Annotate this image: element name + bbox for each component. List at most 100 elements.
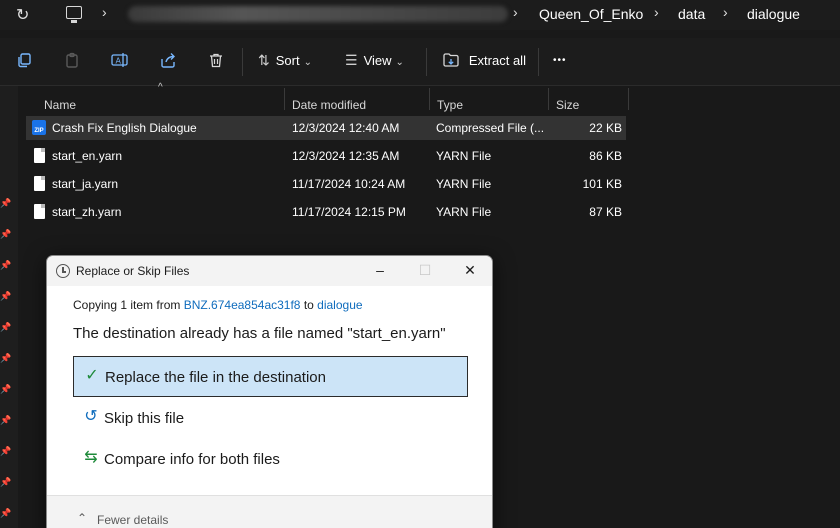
toolbar-divider: [538, 48, 539, 76]
copying-prefix: Copying 1 item from: [73, 298, 184, 312]
file-size: 87 KB: [589, 205, 622, 219]
file-icon: [34, 176, 45, 191]
column-divider[interactable]: [429, 88, 430, 110]
column-header-size[interactable]: Size: [556, 98, 579, 112]
target-folder-link[interactable]: dialogue: [317, 298, 362, 312]
extract-all-label: Extract all: [468, 53, 526, 68]
file-size: 101 KB: [582, 177, 622, 191]
fewer-details-button[interactable]: Fewer details: [97, 513, 168, 527]
dialog-title: Replace or Skip Files: [76, 264, 190, 278]
toolbar-divider: [242, 48, 243, 76]
checkmark-icon: ✓: [85, 367, 99, 384]
chevron-right-icon[interactable]: ›: [654, 4, 659, 20]
pin-icon[interactable]: 📌: [0, 415, 11, 425]
command-bar: A ⇅ Sort ⌄ ☰ View ⌄ Extract all •••: [0, 38, 840, 86]
skip-file-option[interactable]: ↺ Skip this file: [73, 398, 468, 439]
breadcrumb-dialogue[interactable]: dialogue: [747, 6, 800, 22]
pin-icon[interactable]: 📌: [0, 322, 11, 332]
extract-folder-icon: [443, 52, 463, 68]
copying-status: Copying 1 item from BNZ.674ea854ac31f8 t…: [73, 298, 363, 312]
file-date: 12/3/2024 12:40 AM: [292, 121, 400, 135]
more-options-button[interactable]: •••: [553, 55, 567, 66]
file-type: Compressed File (...: [436, 121, 545, 135]
file-size: 22 KB: [589, 121, 622, 135]
pin-icon[interactable]: 📌: [0, 198, 11, 208]
svg-text:A: A: [116, 57, 122, 66]
pin-icon[interactable]: 📌: [0, 353, 11, 363]
sort-icon: ⇅: [258, 52, 270, 68]
this-pc-icon[interactable]: [66, 6, 82, 23]
close-button[interactable]: ✕: [460, 262, 480, 280]
chevron-up-icon[interactable]: ⌃: [77, 511, 87, 525]
column-divider[interactable]: [628, 88, 629, 110]
sort-ascending-icon: ^: [158, 82, 163, 93]
column-header-type[interactable]: Type: [437, 98, 463, 112]
column-header-name[interactable]: Name: [44, 98, 76, 112]
chevron-down-icon: ⌄: [395, 57, 404, 68]
skip-file-label: Skip this file: [104, 410, 185, 427]
view-button[interactable]: ☰ View ⌄: [345, 52, 404, 69]
compare-icon: ⇆: [84, 449, 98, 466]
file-type: YARN File: [436, 177, 492, 191]
table-row[interactable]: ZIP Crash Fix English Dialogue 12/3/2024…: [26, 116, 626, 140]
file-icon: [34, 148, 45, 163]
sort-button[interactable]: ⇅ Sort ⌄: [258, 52, 312, 69]
pin-icon[interactable]: 📌: [0, 508, 11, 518]
blurred-path: [128, 6, 508, 22]
delete-icon[interactable]: [207, 52, 225, 70]
file-name: start_ja.yarn: [52, 177, 119, 191]
column-divider[interactable]: [284, 88, 285, 110]
table-row[interactable]: start_ja.yarn 11/17/2024 10:24 AM YARN F…: [26, 172, 626, 196]
file-name: start_en.yarn: [52, 149, 123, 163]
table-row[interactable]: start_zh.yarn 11/17/2024 12:15 PM YARN F…: [26, 200, 626, 224]
toolbar-divider: [426, 48, 427, 76]
view-label: View: [363, 53, 392, 68]
copy-icon[interactable]: [15, 52, 33, 70]
pin-icon[interactable]: 📌: [0, 260, 11, 270]
replace-or-skip-dialog: Replace or Skip Files – ☐ ✕ Copying 1 it…: [46, 255, 493, 528]
navigation-pane: 📌 📌 📌 📌 📌 📌 📌 📌 📌 📌 📌: [0, 86, 18, 528]
rename-icon[interactable]: A: [111, 52, 129, 70]
pin-icon[interactable]: 📌: [0, 477, 11, 487]
view-list-icon: ☰: [345, 52, 358, 68]
pin-icon[interactable]: 📌: [0, 384, 11, 394]
pin-icon[interactable]: 📌: [0, 446, 11, 456]
file-date: 12/3/2024 12:35 AM: [292, 149, 400, 163]
extract-all-button[interactable]: Extract all: [443, 52, 526, 68]
refresh-icon[interactable]: ↻: [16, 5, 29, 25]
chevron-right-icon[interactable]: ›: [102, 4, 107, 20]
dialog-title-bar[interactable]: Replace or Skip Files – ☐ ✕: [47, 256, 492, 286]
conflict-message: The destination already has a file named…: [73, 325, 446, 342]
skip-arrow-icon: ↺: [84, 408, 98, 425]
file-name: Crash Fix English Dialogue: [52, 121, 197, 135]
address-bar: ↻ › › Queen_Of_Enko › data › dialogue: [0, 0, 840, 30]
minimize-button[interactable]: –: [370, 262, 390, 280]
chevron-down-icon: ⌄: [303, 57, 312, 68]
table-row[interactable]: start_en.yarn 12/3/2024 12:35 AM YARN Fi…: [26, 144, 626, 168]
column-header-date[interactable]: Date modified: [292, 98, 366, 112]
file-icon: [34, 204, 45, 219]
compare-files-label: Compare info for both files: [104, 451, 280, 468]
file-type: YARN File: [436, 149, 492, 163]
pin-icon[interactable]: 📌: [0, 229, 11, 239]
breadcrumb-queen-of-enko[interactable]: Queen_Of_Enko: [539, 6, 643, 22]
source-folder-link[interactable]: BNZ.674ea854ac31f8: [184, 298, 301, 312]
chevron-right-icon[interactable]: ›: [723, 4, 728, 20]
dialog-footer: ⌃ Fewer details: [47, 495, 492, 528]
compare-files-option[interactable]: ⇆ Compare info for both files: [73, 439, 468, 480]
copying-to-word: to: [300, 298, 318, 312]
replace-file-option[interactable]: ✓ Replace the file in the destination: [73, 356, 468, 397]
chevron-right-icon[interactable]: ›: [513, 4, 518, 20]
zip-icon: ZIP: [32, 120, 46, 135]
breadcrumb-data[interactable]: data: [678, 6, 705, 22]
file-date: 11/17/2024 12:15 PM: [292, 205, 406, 219]
file-date: 11/17/2024 10:24 AM: [292, 177, 406, 191]
file-size: 86 KB: [589, 149, 622, 163]
share-icon[interactable]: [159, 52, 177, 70]
column-divider[interactable]: [548, 88, 549, 110]
clock-icon: [56, 264, 70, 278]
pin-icon[interactable]: 📌: [0, 291, 11, 301]
maximize-button: ☐: [418, 262, 432, 278]
replace-file-label: Replace the file in the destination: [105, 369, 326, 386]
paste-icon[interactable]: [63, 52, 81, 70]
